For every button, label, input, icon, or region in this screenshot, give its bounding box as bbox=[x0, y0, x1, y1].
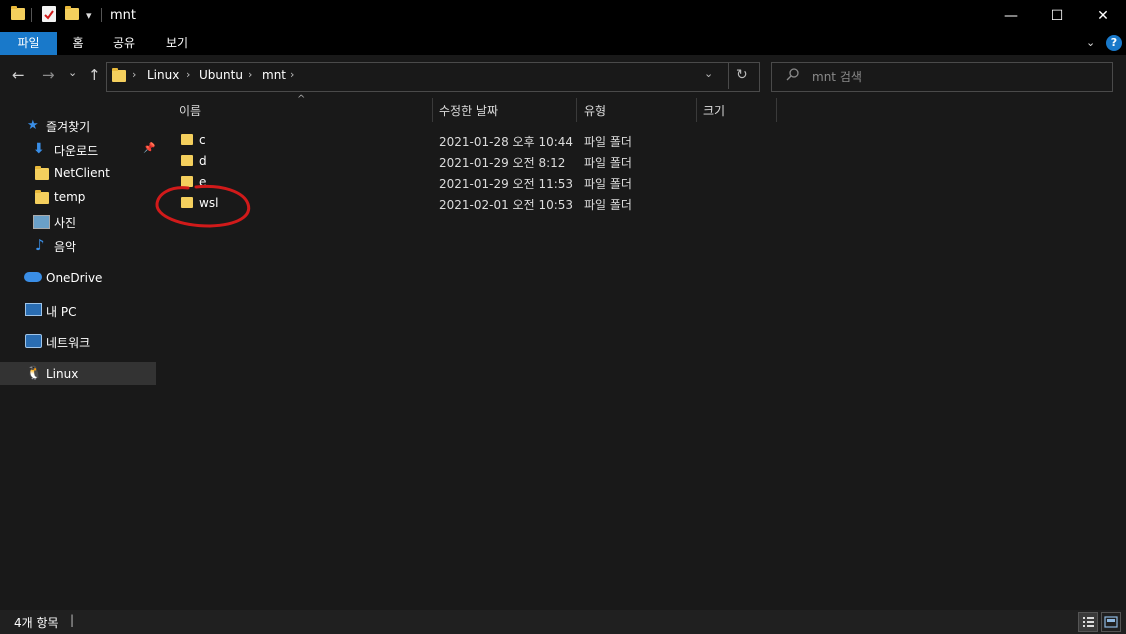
sidebar-item-this-pc[interactable]: 내 PC bbox=[46, 303, 76, 320]
recent-locations-button[interactable]: ⌄ bbox=[68, 66, 77, 79]
tab-file[interactable]: 파일 bbox=[0, 32, 57, 55]
column-divider[interactable] bbox=[576, 98, 577, 122]
column-header-size[interactable]: 크기 bbox=[703, 102, 725, 119]
file-type: 파일 폴더 bbox=[584, 156, 632, 170]
computer-icon bbox=[25, 303, 42, 316]
pin-icon[interactable]: 📌 bbox=[143, 143, 155, 154]
file-type: 파일 폴더 bbox=[584, 177, 632, 191]
sidebar-item-quick-access[interactable]: 즐겨찾기 bbox=[46, 118, 90, 135]
folder-icon bbox=[181, 134, 193, 145]
customize-quick-access-icon[interactable]: ▾ bbox=[86, 9, 92, 22]
column-header-name[interactable]: 이름 bbox=[179, 102, 201, 119]
minimize-button[interactable]: — bbox=[988, 0, 1034, 32]
folder-icon bbox=[112, 68, 126, 82]
star-icon: ★ bbox=[27, 118, 39, 133]
file-name-d[interactable]: d bbox=[199, 154, 207, 168]
close-button[interactable]: ✕ bbox=[1080, 0, 1126, 32]
folder-icon bbox=[181, 155, 193, 166]
breadcrumb-linux[interactable]: Linux bbox=[147, 68, 179, 82]
file-type: 파일 폴더 bbox=[584, 135, 632, 149]
sidebar-item-onedrive[interactable]: OneDrive bbox=[46, 271, 102, 285]
sidebar-item-temp[interactable]: temp bbox=[54, 190, 85, 204]
properties-icon[interactable] bbox=[42, 6, 56, 22]
breadcrumb-ubuntu[interactable]: Ubuntu bbox=[199, 68, 243, 82]
back-button[interactable]: ← bbox=[12, 66, 25, 84]
file-list bbox=[160, 97, 1126, 610]
breadcrumb-separator[interactable]: › bbox=[248, 68, 252, 81]
column-divider[interactable] bbox=[696, 98, 697, 122]
network-icon bbox=[25, 334, 42, 348]
linux-penguin-icon: 🐧 bbox=[26, 366, 43, 381]
cloud-icon bbox=[24, 272, 42, 282]
search-input[interactable]: mnt 검색 bbox=[812, 68, 862, 85]
pictures-icon bbox=[33, 215, 50, 229]
column-divider[interactable] bbox=[776, 98, 777, 122]
file-date: 2021-01-29 오전 11:53 bbox=[439, 177, 574, 191]
file-date: 2021-01-29 오전 8:12 bbox=[439, 156, 566, 170]
title-bar bbox=[0, 0, 1126, 32]
breadcrumb-separator[interactable]: › bbox=[186, 68, 190, 81]
download-icon: ⬇ bbox=[33, 141, 45, 157]
sidebar-item-downloads[interactable]: 다운로드 bbox=[54, 142, 98, 159]
forward-button[interactable]: → bbox=[42, 66, 55, 84]
window-title: mnt bbox=[110, 8, 136, 23]
address-divider bbox=[728, 63, 729, 89]
sidebar-item-netclient[interactable]: NetClient bbox=[54, 166, 110, 180]
sidebar-item-music[interactable]: 음악 bbox=[54, 238, 76, 255]
search-icon bbox=[786, 67, 800, 85]
status-bar bbox=[0, 610, 1126, 634]
details-view-button[interactable] bbox=[1078, 612, 1098, 632]
breadcrumb-separator: › bbox=[132, 68, 137, 81]
toolbar-separator bbox=[31, 8, 32, 22]
file-name-c[interactable]: c bbox=[199, 133, 206, 147]
breadcrumb-separator[interactable]: › bbox=[290, 68, 294, 81]
column-header-date[interactable]: 수정한 날짜 bbox=[439, 102, 498, 119]
tab-home[interactable]: 홈 bbox=[57, 32, 99, 55]
folder-icon bbox=[35, 166, 49, 180]
file-date: 2021-02-01 오전 10:53 bbox=[439, 198, 574, 212]
folder-icon bbox=[35, 190, 49, 204]
expand-ribbon-icon[interactable]: ⌄ bbox=[1086, 36, 1095, 49]
column-divider[interactable] bbox=[432, 98, 433, 122]
large-icons-view-button[interactable] bbox=[1101, 612, 1121, 632]
sidebar-item-network[interactable]: 네트워크 bbox=[46, 334, 90, 351]
help-icon[interactable]: ? bbox=[1106, 35, 1122, 51]
toolbar-separator bbox=[101, 8, 102, 22]
folder-icon[interactable] bbox=[11, 6, 25, 20]
music-icon: ♪ bbox=[35, 236, 45, 254]
sort-ascending-icon: ^ bbox=[297, 94, 306, 105]
annotation-circle bbox=[155, 184, 251, 228]
item-count: 4개 항목 bbox=[14, 616, 59, 630]
sidebar-item-pictures[interactable]: 사진 bbox=[54, 214, 76, 231]
sidebar-item-linux-label: Linux bbox=[46, 367, 79, 381]
up-button[interactable]: ↑ bbox=[88, 66, 101, 84]
file-date: 2021-01-28 오후 10:44 bbox=[439, 135, 574, 149]
column-header-type[interactable]: 유형 bbox=[584, 102, 606, 119]
maximize-button[interactable]: ☐ bbox=[1034, 0, 1080, 32]
new-folder-icon[interactable] bbox=[65, 6, 79, 20]
file-type: 파일 폴더 bbox=[584, 198, 632, 212]
tab-share[interactable]: 공유 bbox=[102, 32, 146, 55]
tab-view[interactable]: 보기 bbox=[154, 32, 200, 55]
breadcrumb-mnt[interactable]: mnt bbox=[262, 68, 286, 82]
address-dropdown-button[interactable]: ⌄ bbox=[704, 67, 713, 80]
refresh-button[interactable]: ↻ bbox=[736, 67, 748, 83]
status-divider: | bbox=[70, 613, 75, 627]
